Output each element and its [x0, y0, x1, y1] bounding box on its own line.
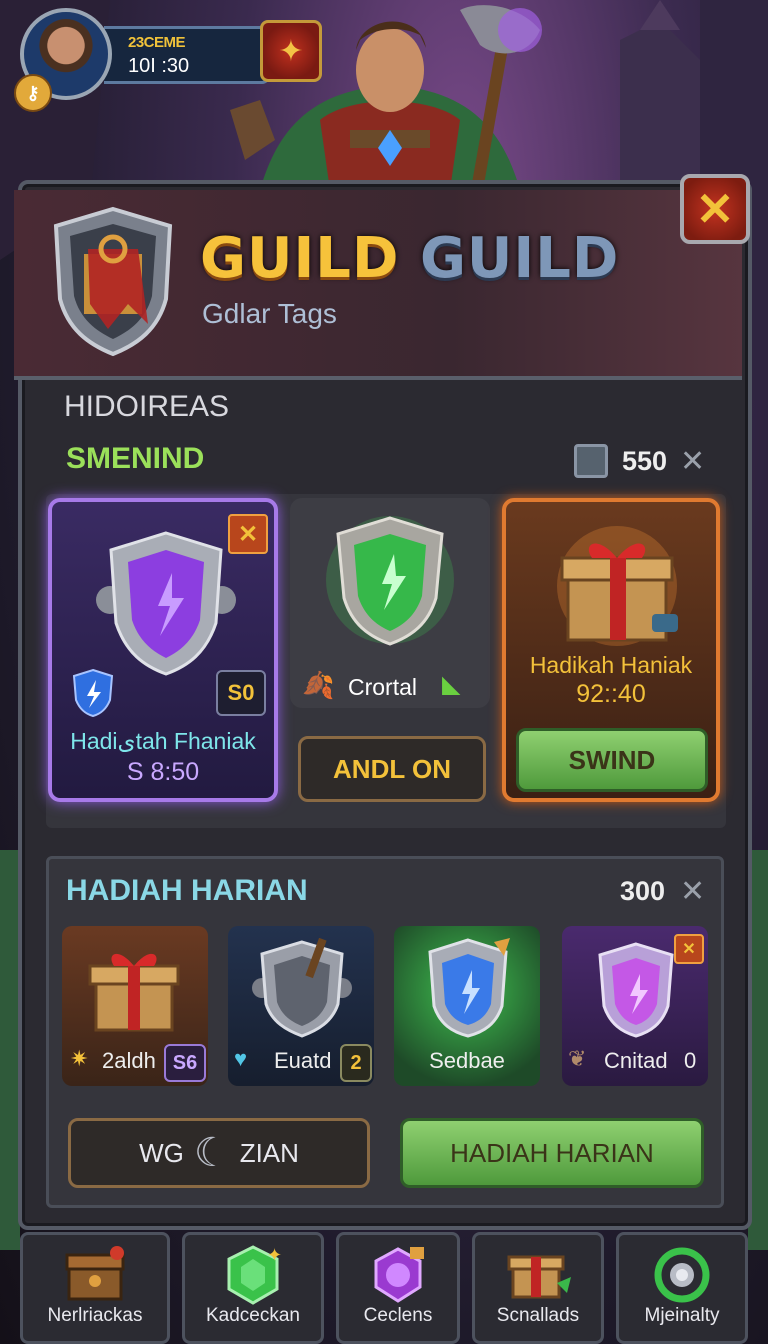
nav-item-scnallads[interactable]: Scnallads [472, 1232, 604, 1344]
nav-label: Nerlriackas [47, 1305, 143, 1326]
player-name: 23CEME [128, 34, 186, 51]
nav-item-mjeinalty[interactable]: Mjeinalty [616, 1232, 748, 1344]
claw-icon: ◣ [442, 671, 461, 698]
gift-box-icon [507, 1255, 571, 1299]
gift-box-icon [557, 526, 678, 646]
star-icon: ✷ [70, 1046, 89, 1071]
tile-label: Euatd [274, 1048, 332, 1073]
wg-zian-button[interactable]: WG ☾ ZIAN [68, 1118, 370, 1188]
tile-label: 2aldh [102, 1048, 156, 1073]
guild-title-part1: GUILD [200, 226, 400, 291]
reward-tile-gift[interactable]: ✷ 2aldh S6 [62, 926, 208, 1086]
emerald-ring-icon [654, 1247, 710, 1303]
section1-title: HIDOIREAS [64, 390, 230, 423]
close-icon: ✕ [695, 183, 735, 235]
section1-subtitle: SMENIND [66, 442, 205, 475]
andl-on-button[interactable]: ANDL ON [298, 736, 486, 802]
heart-gem-icon: ♥ [234, 1046, 248, 1071]
reward-card-green[interactable]: 🍂 Crortal ◣ [290, 498, 490, 708]
card-name: Hadikah Haniak [529, 652, 693, 678]
reward-tile-purple-shield[interactable]: ✕ ❦ Cnitad 0 [562, 926, 708, 1086]
gift-box-icon [88, 953, 180, 1032]
purple-shield-icon [598, 942, 674, 1038]
nav-label: Ceclens [363, 1305, 433, 1326]
claw-icon: ☾ [193, 1131, 230, 1175]
tile-label: Sedbae [429, 1048, 505, 1073]
swind-button[interactable]: SWIND [516, 728, 708, 792]
treasure-chest-icon [65, 1246, 125, 1301]
button-label-part2: ZIAN [239, 1137, 299, 1168]
leaf-icon: 🍂 [302, 670, 335, 700]
leaf-icon: ❦ [568, 1046, 587, 1071]
player-timer: 10I :30 [128, 55, 190, 77]
hero-character-image [230, 5, 542, 190]
card-level-badge: S0 [216, 670, 266, 716]
reward-card-purple[interactable]: ✕ S0 Hadiیtah Fhaniak S 8:50 [48, 498, 278, 802]
nav-item-nerlriackas[interactable]: Nerlriackas [20, 1232, 170, 1344]
tile-badge: 2 [340, 1044, 372, 1082]
guild-shield-icon [53, 206, 173, 357]
section2-close-icon[interactable]: ✕ [680, 874, 705, 909]
card-name: Hadiیtah Fhaniak [70, 728, 256, 754]
hadiah-harian-button[interactable]: HADIAH HARIAN [400, 1118, 704, 1188]
nav-item-kadceckan[interactable]: ✦ Kadceckan [182, 1232, 324, 1344]
guild-subtitle: Gdlar Tags [202, 298, 337, 329]
card-timer: S 8:50 [126, 758, 200, 786]
purple-shield-icon [96, 531, 236, 676]
close-button[interactable]: ✕ [680, 174, 750, 244]
section1-close-icon[interactable]: ✕ [680, 444, 705, 479]
steel-shield-icon [252, 938, 352, 1038]
emerald-gem-icon: ✦ [227, 1245, 282, 1305]
nav-label: Kadceckan [205, 1305, 300, 1326]
tile-label: Cnitad [604, 1048, 668, 1073]
section2-count: 300 [620, 876, 666, 906]
guild-title-part2: GUILD [419, 226, 620, 291]
reward-card-orange[interactable]: Hadikah Haniak 92::40 SWIND [502, 498, 720, 802]
resource-box-icon [574, 444, 608, 478]
blue-shield-icon [72, 668, 114, 718]
card-name: Crortal [348, 674, 418, 700]
purple-gem-icon [374, 1247, 424, 1303]
tile-badge: S6 [164, 1044, 206, 1082]
bottom-nav: Nerlriackas ✦ Kadceckan Ceclens Scnallad… [20, 1232, 748, 1344]
section2-title: HADIAH HARIAN [66, 874, 308, 907]
reward-tile-steel-shield[interactable]: ♥ Euatd 2 [228, 926, 374, 1086]
button-label-part1: WG [139, 1137, 184, 1168]
green-shield-icon [326, 516, 454, 646]
nav-label: Mjeinalty [644, 1305, 720, 1326]
tile-badge: 0 [684, 1048, 697, 1073]
guild-title: GUILD GUILD [200, 226, 619, 291]
card-timer: 92::40 [576, 680, 646, 708]
svg-text:✦: ✦ [267, 1245, 282, 1265]
blue-shield-icon [428, 938, 510, 1038]
key-icon[interactable]: ⚷ [14, 74, 52, 112]
section1-count: 550 [622, 446, 668, 476]
reward-tile-blue-shield[interactable]: Sedbae [394, 926, 540, 1086]
nav-label: Scnallads [496, 1305, 580, 1326]
nav-item-ceclens[interactable]: Ceclens [336, 1232, 460, 1344]
